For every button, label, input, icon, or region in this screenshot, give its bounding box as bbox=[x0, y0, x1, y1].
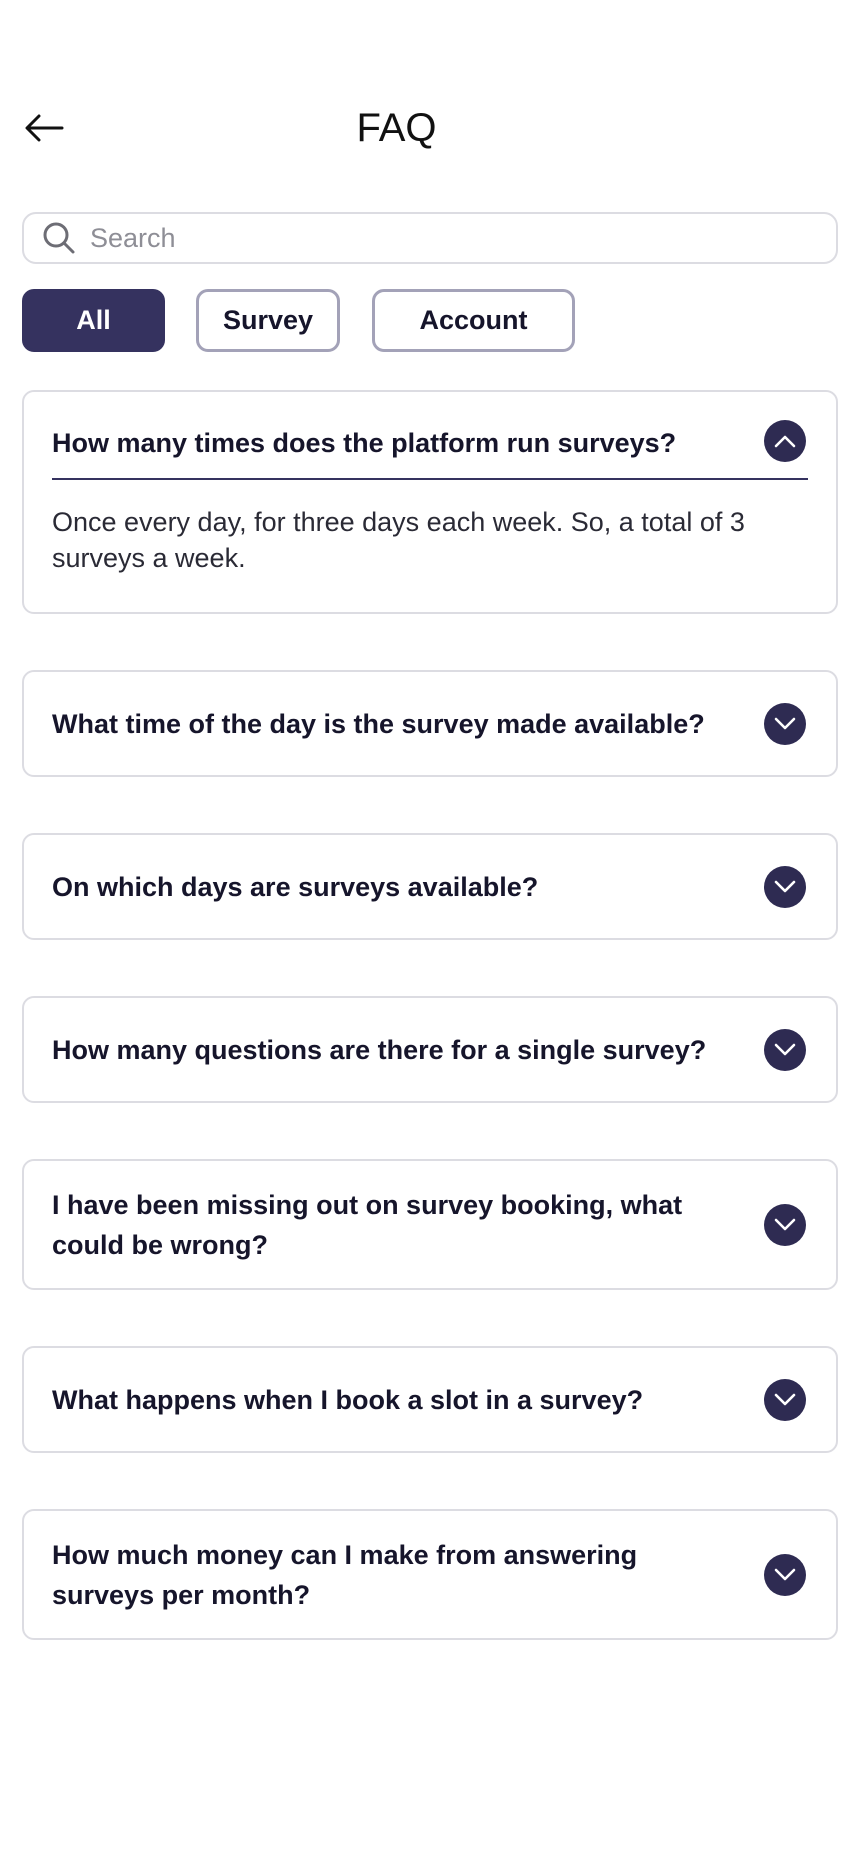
chevron-down-icon bbox=[774, 1393, 796, 1405]
filter-chip-survey[interactable]: Survey bbox=[196, 289, 340, 352]
faq-item[interactable]: On which days are surveys available? bbox=[22, 833, 838, 940]
collapse-button[interactable] bbox=[764, 420, 806, 462]
chevron-down-icon bbox=[774, 717, 796, 729]
faq-question: How much money can I make from answering… bbox=[52, 1539, 638, 1610]
expand-button[interactable] bbox=[764, 865, 806, 908]
chevron-down-icon bbox=[774, 880, 796, 892]
expand-button[interactable] bbox=[764, 1203, 806, 1246]
filter-chip-all[interactable]: All bbox=[22, 289, 165, 352]
faq-item[interactable]: How much money can I make from answering… bbox=[22, 1509, 838, 1640]
expand-button[interactable] bbox=[764, 1028, 806, 1071]
faq-item[interactable]: What time of the day is the survey made … bbox=[22, 670, 838, 777]
chevron-up-icon bbox=[774, 435, 796, 448]
faq-question-row[interactable]: How many times does the platform run sur… bbox=[24, 392, 836, 490]
chevron-down-icon bbox=[774, 1218, 796, 1230]
faq-question: What happens when I book a slot in a sur… bbox=[52, 1384, 644, 1415]
page-title: FAQ bbox=[356, 106, 437, 150]
expand-button[interactable] bbox=[764, 1553, 806, 1596]
faq-item[interactable]: How many questions are there for a singl… bbox=[22, 996, 838, 1103]
chevron-down-icon bbox=[774, 1568, 796, 1580]
faq-question: I have been missing out on survey bookin… bbox=[52, 1189, 683, 1260]
filter-chip-account[interactable]: Account bbox=[372, 289, 575, 352]
faq-item-expanded[interactable]: How many times does the platform run sur… bbox=[22, 390, 838, 614]
search-icon bbox=[42, 221, 76, 255]
faq-item[interactable]: I have been missing out on survey bookin… bbox=[22, 1159, 838, 1290]
expand-button[interactable] bbox=[764, 702, 806, 745]
search-bar[interactable] bbox=[22, 212, 838, 264]
expand-button[interactable] bbox=[764, 1378, 806, 1421]
search-input[interactable] bbox=[90, 222, 790, 254]
faq-answer: Once every day, for three days each week… bbox=[52, 507, 745, 573]
faq-screen: FAQ All Survey Account How many times do… bbox=[0, 0, 860, 1864]
faq-question: What time of the day is the survey made … bbox=[52, 708, 705, 739]
faq-question: How many times does the platform run sur… bbox=[52, 428, 677, 458]
faq-item[interactable]: What happens when I book a slot in a sur… bbox=[22, 1346, 838, 1453]
filter-chips: All Survey Account bbox=[22, 289, 838, 352]
header: FAQ bbox=[0, 96, 860, 160]
chevron-down-icon bbox=[774, 1043, 796, 1055]
faq-question: How many questions are there for a singl… bbox=[52, 1034, 707, 1065]
faq-question: On which days are surveys available? bbox=[52, 871, 539, 902]
